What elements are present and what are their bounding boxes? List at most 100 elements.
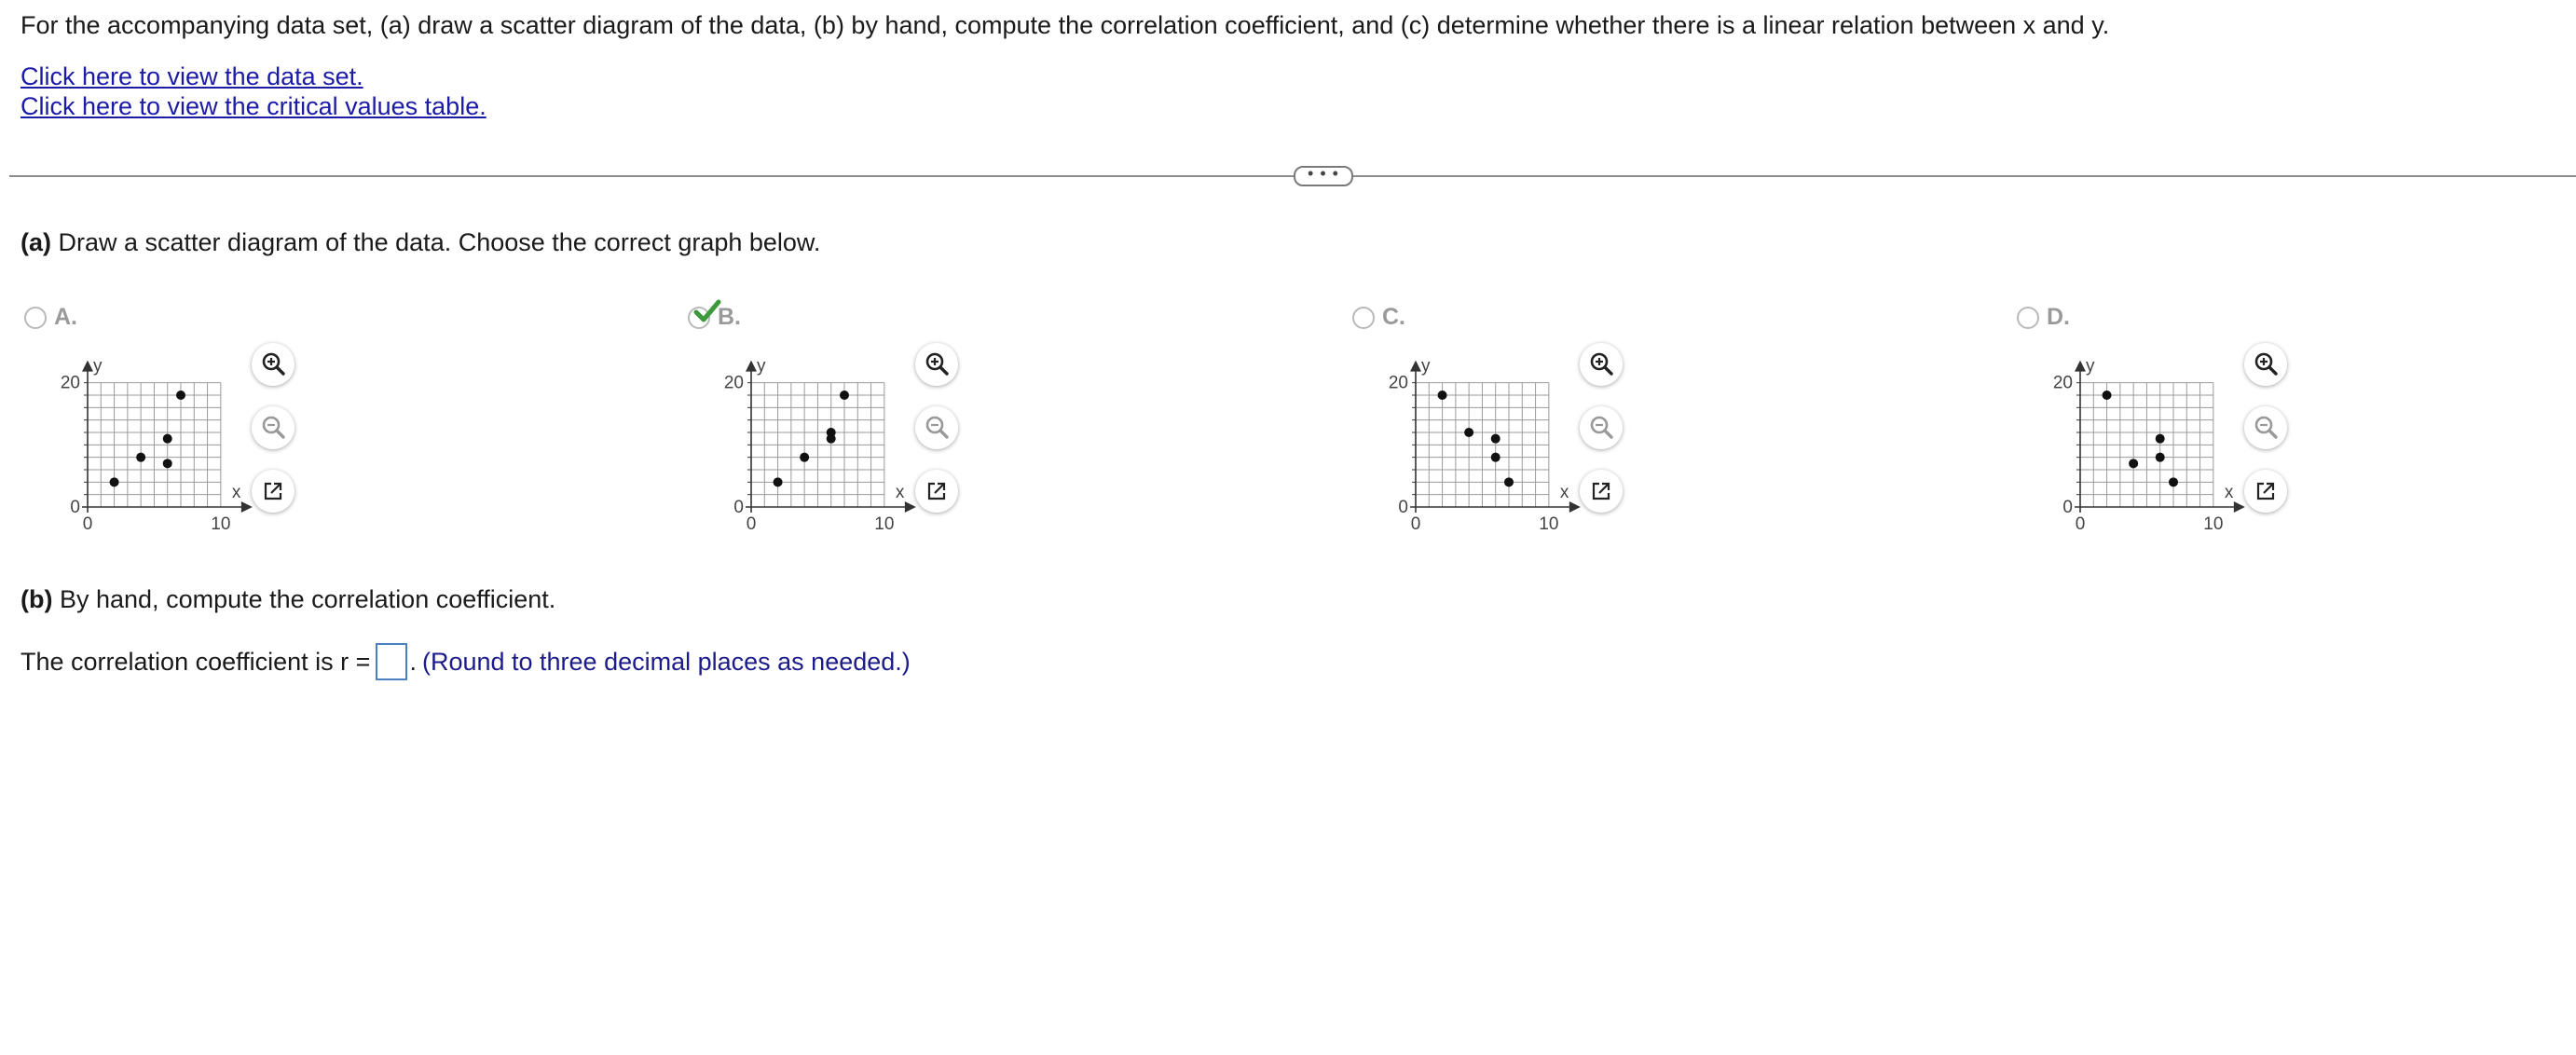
zoom-in-icon [1590,352,1613,376]
x-tick-label: 0 [747,514,757,531]
y-tick-label: 20 [724,374,744,393]
graph-tools [252,343,298,533]
y-tick-label: 20 [2053,374,2073,393]
y-axis-label: y [757,357,766,377]
part-b-prompt: (b) By hand, compute the correlation coe… [21,585,555,614]
part-a-text: Draw a scatter diagram of the data. Choo… [51,228,821,256]
section-divider [9,175,2576,177]
option-radio[interactable] [2017,306,2039,329]
data-point [800,452,810,462]
correlation-answer-line: The correlation coefficient is r = . (Ro… [21,643,911,680]
zoom-out-icon [2254,416,2278,439]
x-tick-label: 10 [1539,514,1558,531]
resource-links: Click here to view the data set. Click h… [21,62,486,121]
option-d[interactable]: D. y x 20 0 0 10 [2013,296,2576,548]
option-header: B. [688,299,741,331]
data-point [176,390,185,400]
open-external-icon [2256,482,2275,500]
data-point [840,390,849,400]
open-external-icon [264,482,282,500]
y-tick-label: 20 [1389,374,1408,393]
part-b-text: By hand, compute the correlation coeffic… [52,585,556,613]
data-point [2102,390,2112,400]
correlation-input[interactable] [376,643,408,680]
data-point [1490,433,1500,444]
open-external-button[interactable] [915,470,958,513]
zoom-in-icon [925,352,949,376]
view-critical-values-link[interactable]: Click here to view the critical values t… [21,91,486,121]
scatter-graph: y x 20 00 10 [2053,357,2245,531]
x-tick-label: 0 [2076,514,2086,531]
open-external-button[interactable] [2244,470,2287,513]
y-axis-label: y [2086,357,2095,377]
checkmark-icon [693,299,721,322]
x-tick-label: 10 [874,514,894,531]
zoom-in-icon [2254,352,2278,376]
option-radio[interactable] [688,299,721,329]
data-point [2129,459,2139,469]
y-axis-arrow [82,360,93,372]
data-point [109,477,119,487]
data-point [1437,390,1447,400]
zoom-in-button[interactable] [915,343,958,386]
zoom-out-button[interactable] [1580,406,1623,449]
option-radio[interactable] [1352,306,1375,329]
y-tick-label: 0 [1398,498,1408,517]
zoom-out-icon [262,416,285,439]
x-tick-label: 10 [2203,514,2223,531]
option-a[interactable]: A. y x 20 0 0 10 [21,296,673,548]
y-axis-label: y [93,357,103,377]
option-letter: C. [1382,304,1405,330]
y-tick-label: 20 [61,374,80,393]
graph-tools [1580,343,1626,533]
y-axis-arrow [1410,360,1421,372]
option-header: D. [2017,304,2070,331]
answer-prefix: The correlation coefficient is r = [21,647,371,676]
view-data-set-link[interactable]: Click here to view the data set. [21,62,486,91]
data-point [1504,477,1514,487]
part-a-label: (a) [21,228,51,256]
y-axis-arrow [746,360,757,372]
x-axis-label: x [2225,483,2234,502]
rounding-hint: (Round to three decimal places as needed… [421,647,911,676]
x-tick-label: 0 [1411,514,1421,531]
data-point [2155,433,2165,444]
question-text: For the accompanying data set, (a) draw … [21,11,2110,39]
data-point [2155,452,2165,462]
part-a-prompt: (a) Draw a scatter diagram of the data. … [21,228,820,257]
data-point [162,433,172,444]
open-external-icon [1592,482,1610,500]
x-axis-label: x [232,483,241,502]
data-point [162,459,172,469]
more-options-button[interactable]: • • • [1294,165,1353,186]
x-axis-label: x [1560,483,1569,502]
option-letter: D. [2047,304,2070,330]
y-axis-arrow [2075,360,2086,372]
scatter-graph: y x 20 00 10 [724,357,916,531]
zoom-out-button[interactable] [915,406,958,449]
option-radio[interactable] [24,306,47,329]
x-axis-label: x [896,483,905,502]
data-point [1490,452,1500,462]
option-letter: A. [54,304,77,330]
option-header: A. [24,304,77,331]
option-c[interactable]: C. y x 20 0 0 10 [1349,296,2001,548]
zoom-in-button[interactable] [2244,343,2287,386]
part-b-label: (b) [21,585,53,613]
open-external-button[interactable] [1580,470,1623,513]
scatter-graph: y x 20 00 10 [1389,357,1581,531]
zoom-in-button[interactable] [1580,343,1623,386]
data-point [136,452,146,462]
zoom-out-button[interactable] [252,406,295,449]
option-header: C. [1352,304,1405,331]
graph-tools [2244,343,2291,533]
answer-suffix: . [409,647,417,676]
data-point [773,477,783,487]
y-tick-label: 0 [70,498,80,517]
data-point [826,433,836,444]
y-tick-label: 0 [733,498,744,517]
zoom-in-button[interactable] [252,343,295,386]
zoom-out-button[interactable] [2244,406,2287,449]
option-b[interactable]: B. y x 20 0 0 10 [684,296,1336,548]
open-external-button[interactable] [252,470,295,513]
